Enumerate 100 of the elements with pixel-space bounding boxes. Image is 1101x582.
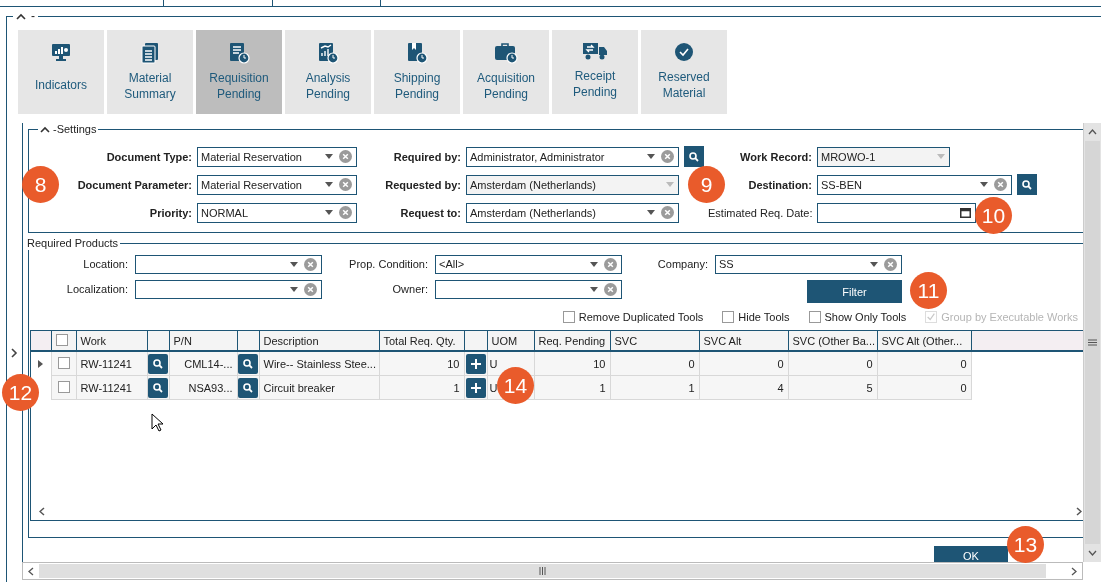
clear-icon[interactable]	[339, 150, 352, 163]
field-label: Location:	[82, 258, 128, 270]
caret-icon[interactable]	[590, 286, 598, 292]
clear-icon[interactable]	[884, 257, 897, 271]
dropdown-field[interactable]: Material Reservation	[197, 146, 357, 167]
caret-icon[interactable]	[290, 261, 298, 267]
caret-icon[interactable]	[647, 210, 655, 215]
dropdown-field[interactable]: NORMAL	[197, 202, 357, 223]
grip-icon[interactable]	[1088, 339, 1097, 346]
clear-icon[interactable]	[604, 257, 617, 271]
date-field[interactable]	[817, 202, 976, 223]
callout-marker: 10	[975, 197, 1012, 234]
scroll-right-icon[interactable]	[1076, 507, 1082, 516]
search-icon	[153, 358, 163, 369]
calendar-icon[interactable]	[960, 207, 971, 218]
caret-icon	[937, 154, 945, 159]
search-button[interactable]	[684, 146, 704, 167]
scroll-left-icon[interactable]	[28, 566, 34, 576]
toolbar-button[interactable]: Material Summary	[107, 30, 193, 114]
filter-button[interactable]: Filter	[807, 280, 902, 303]
dropdown-field[interactable]: Administrator, Administrator	[466, 146, 679, 167]
dropdown-field[interactable]: Amsterdam (Netherlands)	[466, 174, 679, 195]
frame-label: -	[31, 9, 35, 23]
select-all-checkbox[interactable]	[55, 333, 68, 346]
chart-clock-icon	[317, 42, 339, 64]
toolbar-button[interactable]: Requisition Pending	[196, 30, 282, 114]
caret-icon[interactable]	[980, 182, 988, 187]
search-button[interactable]	[1017, 174, 1037, 195]
plus-icon	[470, 358, 481, 369]
toolbar-button[interactable]: Analysis Pending	[285, 30, 371, 114]
grip-icon[interactable]	[539, 567, 546, 575]
scroll-up-icon[interactable]	[1088, 129, 1097, 135]
row-checkbox[interactable]	[57, 356, 70, 369]
add-button[interactable]	[465, 353, 486, 374]
field-label: Required by:	[392, 150, 461, 163]
horizontal-scrollbar[interactable]	[22, 562, 1083, 580]
table-cell: 0	[788, 351, 877, 376]
dropdown-field[interactable]: <All>	[435, 254, 622, 274]
clear-icon[interactable]	[661, 150, 674, 163]
dropdown-field[interactable]: Material Reservation	[197, 174, 357, 195]
collapse-icon[interactable]	[16, 12, 26, 20]
checkbox[interactable]: Show Only Tools	[808, 311, 907, 323]
column-header[interactable]: P/N	[173, 334, 192, 347]
toolbar-button[interactable]: Indicators	[18, 30, 104, 114]
clear-icon[interactable]	[339, 178, 352, 191]
table-cell: 10	[379, 351, 464, 376]
search-icon	[153, 382, 163, 393]
field-label: Request to:	[399, 206, 461, 219]
caret-icon[interactable]	[325, 182, 333, 187]
dropdown-field[interactable]: MROWO-1	[817, 146, 950, 167]
search-button[interactable]	[148, 377, 168, 398]
caret-icon[interactable]	[590, 261, 598, 267]
search-button[interactable]	[238, 377, 258, 398]
toolbar-button[interactable]: Reserved Material	[641, 30, 727, 114]
document-list-icon	[140, 42, 160, 64]
clear-icon[interactable]	[994, 178, 1007, 191]
toolbar-button[interactable]: Receipt Pending	[552, 30, 638, 114]
clear-icon[interactable]	[661, 206, 674, 219]
dropdown-field[interactable]	[135, 279, 322, 299]
toolbar-button[interactable]: Acquisition Pending	[463, 30, 549, 114]
checkbox[interactable]: Remove Duplicated Tools	[562, 311, 704, 323]
row-checkbox[interactable]	[57, 380, 70, 393]
dropdown-field[interactable]: Amsterdam (Netherlands)	[466, 202, 679, 223]
clear-icon[interactable]	[604, 282, 617, 296]
caret-icon[interactable]	[870, 261, 878, 267]
scroll-right-icon[interactable]	[1071, 566, 1077, 576]
scroll-left-icon[interactable]	[39, 507, 45, 516]
clear-icon[interactable]	[339, 206, 352, 219]
scroll-down-icon[interactable]	[1088, 550, 1097, 556]
column-header[interactable]: SVC	[614, 334, 638, 347]
dropdown-field[interactable]	[435, 279, 622, 299]
field-label: Document Type:	[106, 150, 192, 163]
search-button[interactable]	[238, 353, 258, 374]
checkbox[interactable]: Hide Tools	[722, 311, 790, 323]
field-label: Company:	[656, 258, 708, 270]
callout-marker: 11	[910, 272, 947, 309]
clear-icon[interactable]	[304, 257, 317, 271]
monitor-chart-icon	[51, 42, 71, 62]
dropdown-field[interactable]	[135, 254, 322, 274]
collapse-icon[interactable]	[40, 125, 50, 133]
toolbar-button[interactable]: Shipping Pending	[374, 30, 460, 114]
vertical-scrollbar[interactable]	[1083, 123, 1101, 562]
table-cell: Circuit breaker	[259, 375, 379, 400]
callout-marker: 9	[688, 166, 725, 203]
field-label: Priority:	[149, 206, 192, 219]
clear-icon[interactable]	[304, 282, 317, 296]
cursor-icon	[151, 413, 163, 432]
dropdown-field[interactable]: SS	[715, 254, 902, 274]
section-title: -Settings	[53, 123, 97, 135]
ok-button[interactable]: OK	[934, 546, 1008, 562]
caret-icon[interactable]	[325, 210, 333, 215]
search-button[interactable]	[148, 353, 168, 374]
caret-icon[interactable]	[290, 286, 298, 292]
caret-icon[interactable]	[325, 154, 333, 159]
dropdown-field[interactable]: SS-BEN	[817, 174, 1012, 195]
field-label: Prop. Condition:	[348, 258, 428, 270]
expand-panel-icon[interactable]	[11, 348, 18, 358]
caret-icon[interactable]	[647, 154, 655, 159]
add-button[interactable]	[465, 377, 486, 398]
truck-icon	[582, 42, 608, 60]
